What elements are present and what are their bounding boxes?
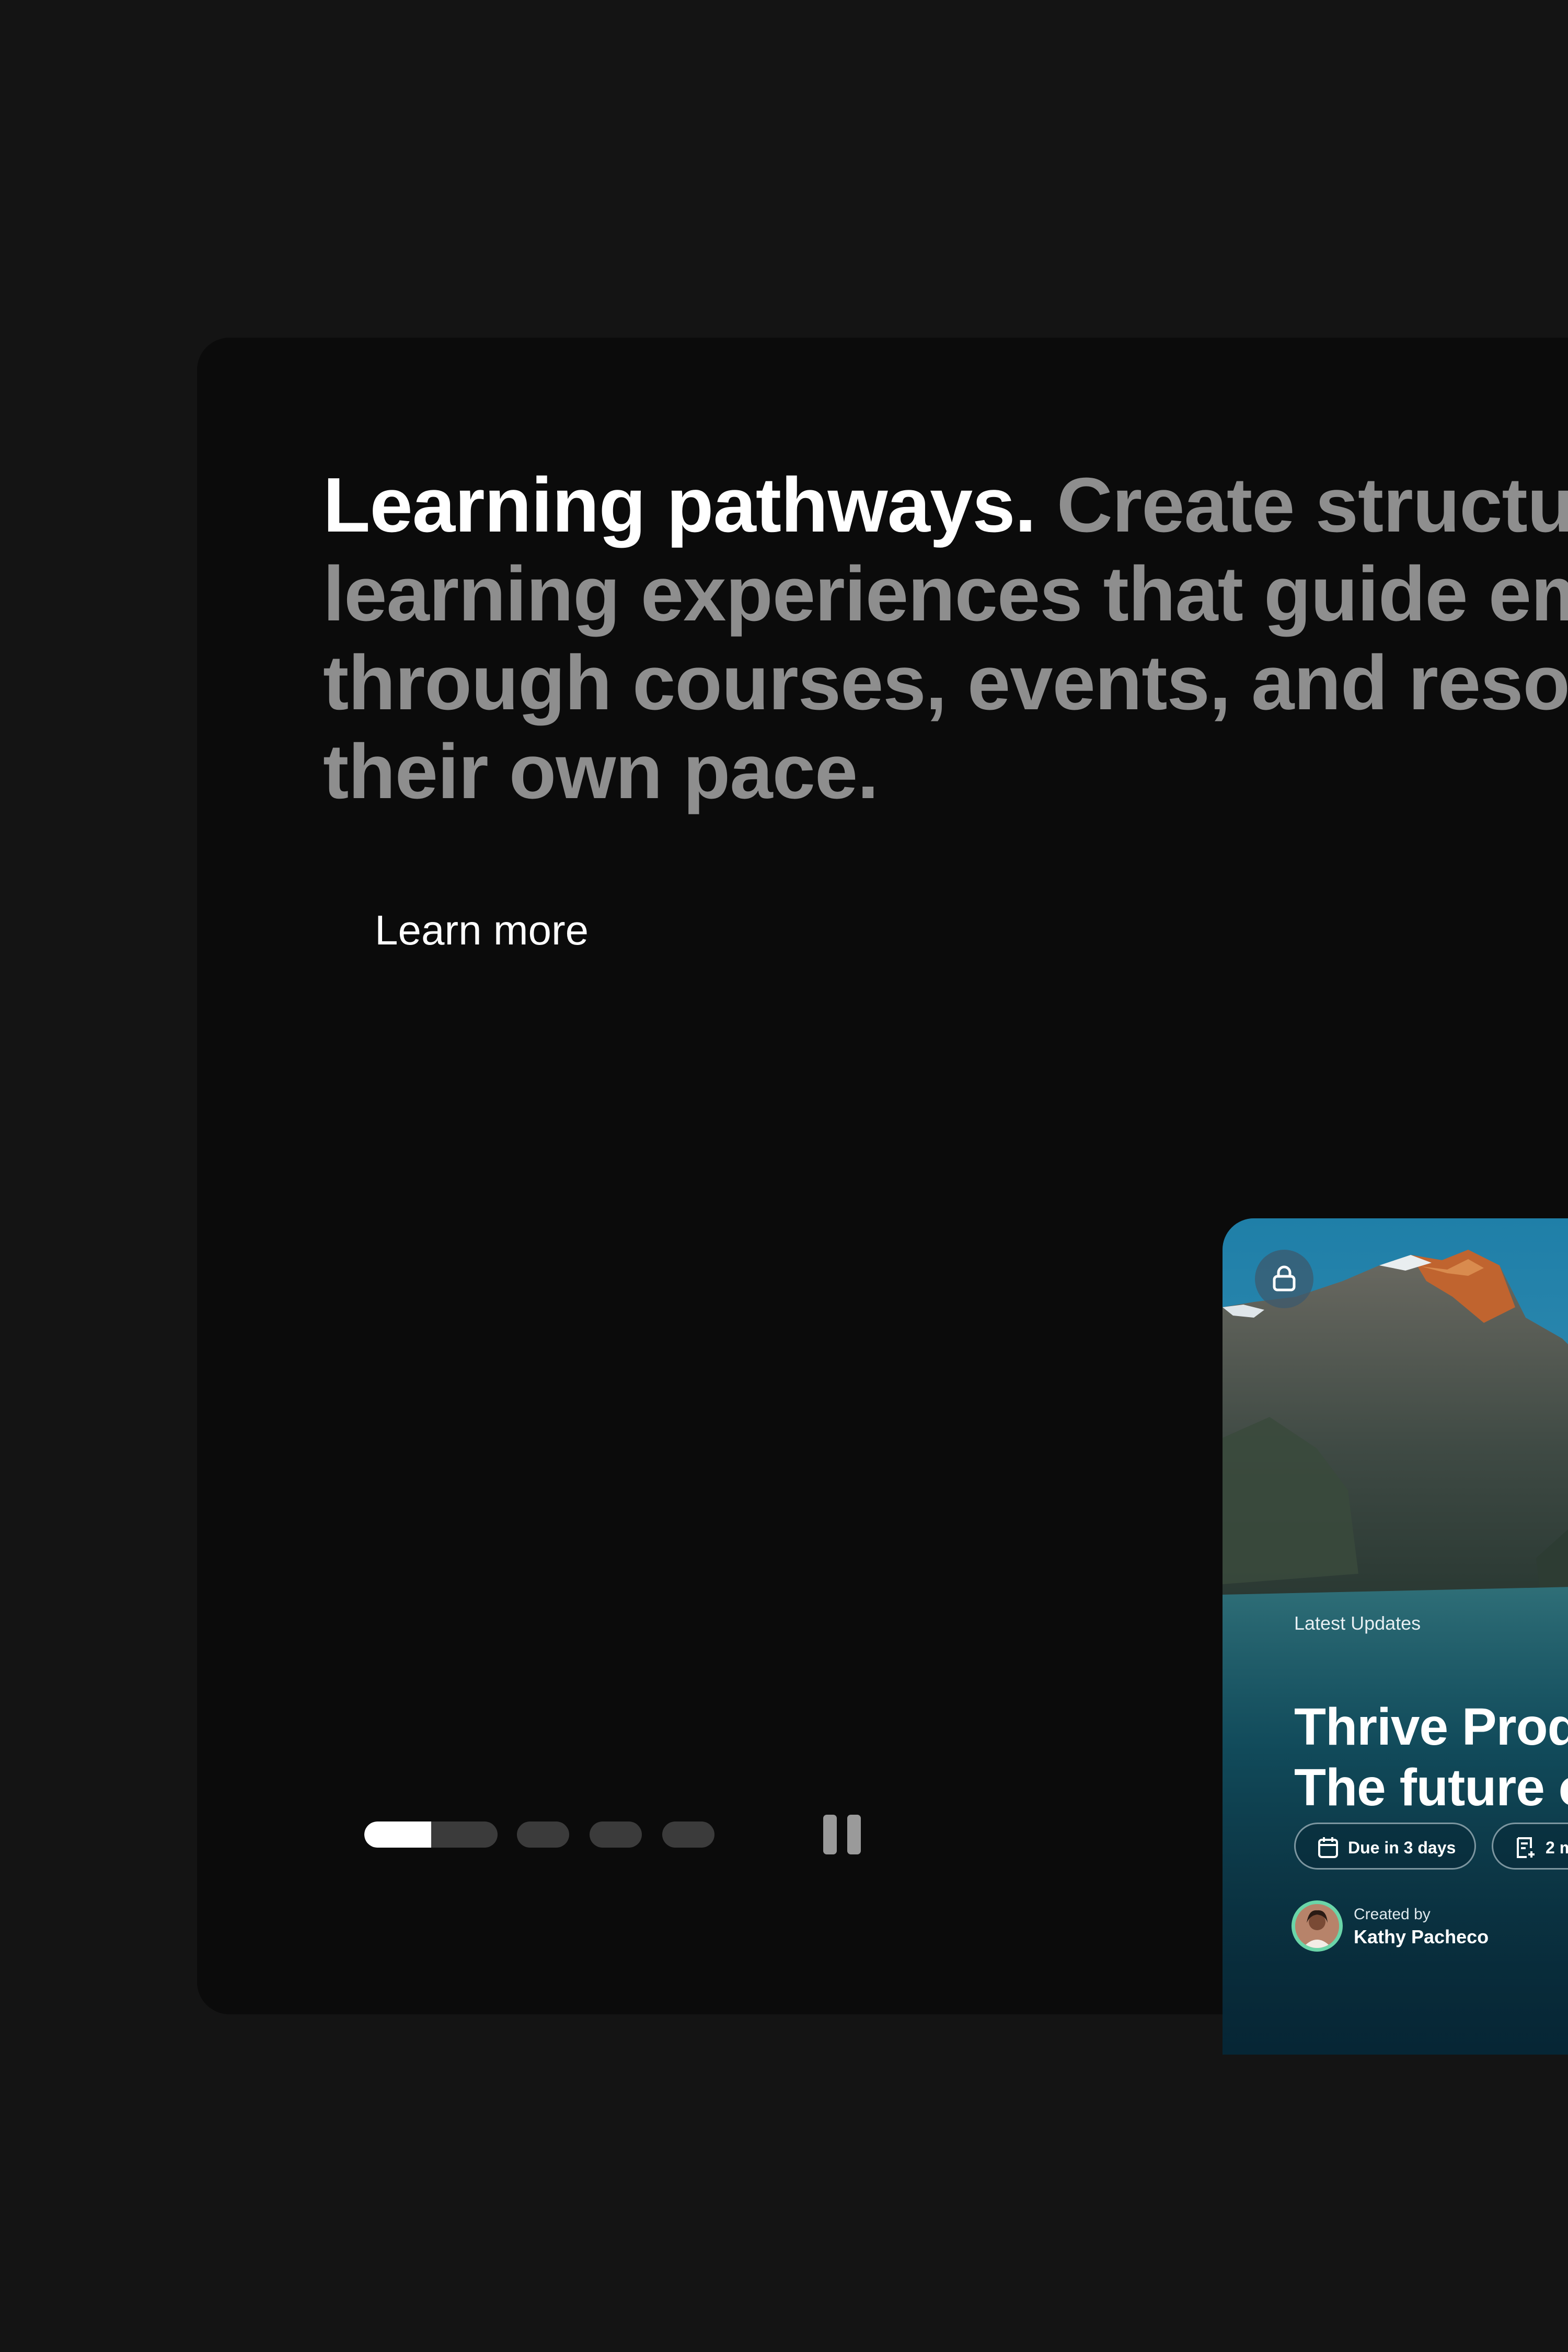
card-title-line: The future of	[1294, 1758, 1568, 1817]
due-chip: Due in 3 days	[1294, 1823, 1476, 1870]
due-chip-label: Due in 3 days	[1348, 1838, 1456, 1857]
document-icon	[1517, 1837, 1535, 1858]
resources-chip: 2 m	[1492, 1823, 1568, 1870]
carousel-dot[interactable]	[590, 1821, 642, 1848]
carousel-dot[interactable]	[662, 1821, 714, 1848]
hero-description-line: their own pace.	[323, 729, 879, 815]
creator-caption: Created by	[1354, 1906, 1431, 1923]
hero-description-line: learning experiences that guide employee…	[323, 551, 1568, 637]
carousel-dot-active[interactable]	[364, 1821, 498, 1848]
lock-icon	[1273, 1265, 1296, 1292]
hero-lead: Learning pathways.	[323, 462, 1036, 548]
avatar	[1292, 1900, 1343, 1952]
pathway-card[interactable]: Latest Updates Thrive Product The future…	[1223, 1218, 1568, 2055]
resources-chip-label: 2 m	[1546, 1838, 1568, 1857]
hero-description-line: through courses, events, and resources a…	[323, 640, 1568, 726]
card-eyebrow: Latest Updates	[1294, 1612, 1421, 1634]
creator-name: Kathy Pacheco	[1354, 1926, 1489, 1947]
carousel-dot[interactable]	[517, 1821, 569, 1848]
carousel-progress-fill	[364, 1821, 431, 1848]
lock-button[interactable]	[1255, 1250, 1313, 1308]
page: Learning pathways. Create structured lea…	[0, 0, 1568, 2352]
learn-more-button[interactable]: Learn more	[375, 906, 589, 954]
hero-headline: Learning pathways. Create structured lea…	[323, 461, 1568, 816]
hero-description-line: Create structured	[1056, 462, 1568, 548]
card-title-line: Thrive Product	[1294, 1698, 1568, 1756]
headline-line-1: Learning pathways. Create structured	[323, 461, 1568, 550]
card-title: Thrive Product The future of	[1294, 1697, 1568, 1818]
pause-button[interactable]	[823, 1815, 861, 1854]
calendar-icon	[1318, 1837, 1338, 1858]
